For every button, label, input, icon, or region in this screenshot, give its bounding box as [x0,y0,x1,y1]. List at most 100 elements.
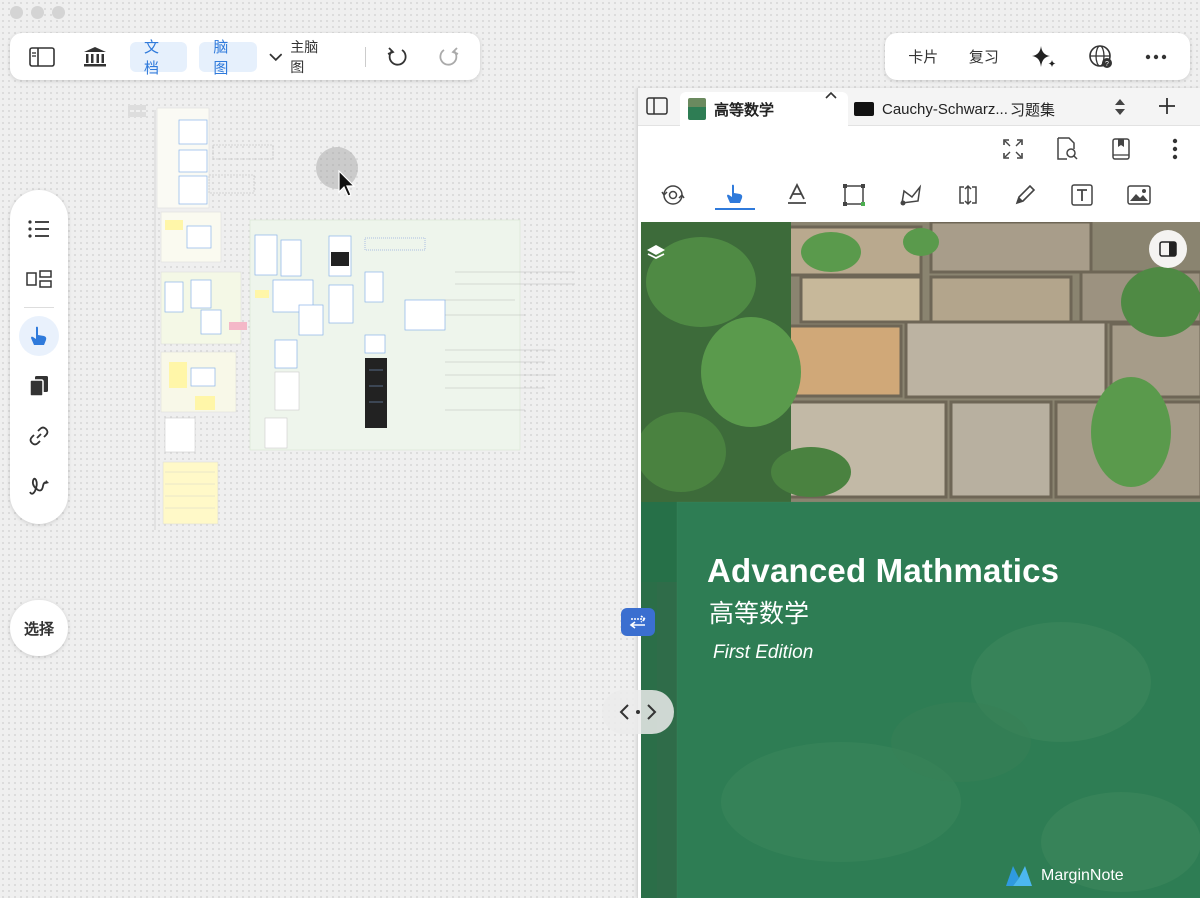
sync-tool-button[interactable] [658,180,688,210]
panel-right-icon [1159,241,1177,257]
svg-text:?: ? [1105,61,1109,68]
ai-button[interactable] [1030,42,1058,72]
tool-sidebar [10,190,68,524]
search-document-button[interactable] [1052,134,1082,164]
more-menu-button[interactable] [1145,42,1167,72]
sparkle-icon [1031,45,1056,67]
close-window-button[interactable] [10,6,23,19]
hand-tool-button[interactable] [19,316,59,356]
pointer-hand-icon [727,184,743,203]
lasso-icon [900,184,922,206]
text-box-icon [1071,184,1093,206]
document-page-cover[interactable]: Advanced Mathmatics 高等数学 First Edition M… [641,222,1200,898]
redo-button[interactable] [429,42,468,72]
link-button[interactable] [19,416,59,456]
tab-label: 习题集 [1010,101,1056,119]
text-underline-icon [788,183,806,204]
sidebar-icon [28,46,55,67]
library-icon [83,46,106,66]
undo-button[interactable] [378,42,417,72]
publisher-name: MarginNote [1041,867,1124,884]
copy-button[interactable] [19,366,59,406]
sync-gear-icon [661,185,685,205]
outline-button[interactable] [19,209,59,249]
document-mode-button[interactable]: 文档 [130,39,188,77]
selection-rectangle-icon [843,184,865,206]
chevron-left-icon [619,704,629,720]
bookmark-button[interactable] [1106,134,1136,164]
document-actions [998,134,1190,164]
select-mode-button[interactable]: 选择 [10,600,68,656]
sidebar-panel-button[interactable] [1149,230,1187,268]
nav-dot [636,710,640,714]
tab-cauchy-schwarz[interactable]: Cauchy-Schwarz... [850,92,1015,126]
freehand-button[interactable] [19,466,59,506]
fullscreen-button[interactable] [998,134,1028,164]
chevron-right-icon [647,704,657,720]
undo-icon [388,46,407,66]
web-search-button[interactable]: ? [1088,42,1114,72]
split-view-icon [646,97,668,115]
link-icon [29,426,49,446]
plus-icon [1159,98,1175,114]
zoom-window-button[interactable] [52,6,65,19]
main-toolbar: 文档 脑图 主脑图 [10,33,480,80]
sort-arrows-icon [1115,99,1125,115]
swap-arrows-icon [629,615,647,629]
toolbar-divider [365,46,366,67]
minimize-window-button[interactable] [31,6,44,19]
document-more-button[interactable] [1160,134,1190,164]
book-cover-thumbnail [688,98,706,120]
main-mindmap-dropdown[interactable]: 主脑图 [263,39,337,75]
hand-select-tool-button[interactable] [715,180,755,210]
main-mindmap-label: 主脑图 [290,38,319,75]
layers-icon [647,245,665,260]
split-view-button[interactable] [646,97,668,120]
tab-label: 高等数学 [714,101,775,119]
textbox-tool-button[interactable] [1067,180,1097,210]
layers-button[interactable] [645,242,667,269]
publisher-logo: MarginNote [1005,864,1124,888]
pen-tool-button[interactable] [1010,180,1040,210]
marginnote-logo-icon [1006,866,1032,886]
expand-icon [1003,139,1023,159]
page-navigation-control[interactable] [602,690,674,734]
rectangle-select-tool-button[interactable] [839,180,869,210]
cover-edition: First Edition [713,642,814,663]
secondary-toolbar: 卡片 复习 ? [885,33,1190,80]
layout-button[interactable] [19,259,59,299]
image-tool-button[interactable] [1124,180,1154,210]
more-vertical-icon [1172,138,1178,160]
tab-sort-button[interactable] [1114,98,1126,121]
tab-label: Cauchy-Schwarz... [882,100,1008,118]
layout-icon [26,270,52,288]
sidebar-toggle-button[interactable] [22,42,61,72]
cover-subtitle: 高等数学 [709,600,810,628]
squiggle-icon [29,477,49,495]
add-tab-button[interactable] [1158,97,1176,120]
chevron-up-icon [825,91,837,99]
document-tabbar: 高等数学 Cauchy-Schwarz... 习题集 [638,88,1200,126]
list-icon [28,220,49,238]
tab-advanced-math[interactable]: 高等数学 [680,92,848,126]
text-highlight-tool-button[interactable] [782,180,812,210]
lasso-tool-button[interactable] [896,180,926,210]
tab-exercises[interactable]: 习题集 [1010,92,1090,126]
review-button[interactable]: 复习 [969,42,999,72]
library-button[interactable] [75,42,114,72]
cover-title: Advanced Mathmatics [707,552,1060,589]
collapse-toolbar-button[interactable] [825,86,837,104]
document-panel: 高等数学 Cauchy-Schwarz... 习题集 Advanced Math… [637,88,1200,898]
video-thumbnail [854,102,874,116]
sidebar-divider [24,307,54,308]
cards-button[interactable]: 卡片 [908,42,938,72]
image-icon [1127,185,1151,205]
pencil-icon [1015,184,1036,205]
more-horizontal-icon [1145,54,1166,59]
swap-panels-button[interactable] [621,608,655,636]
window-controls [10,6,65,19]
document-search-icon [1057,137,1078,160]
mindmap-mode-button[interactable]: 脑图 [199,39,257,77]
resize-tool-button[interactable] [953,180,983,210]
resize-vertical-icon [959,184,977,206]
